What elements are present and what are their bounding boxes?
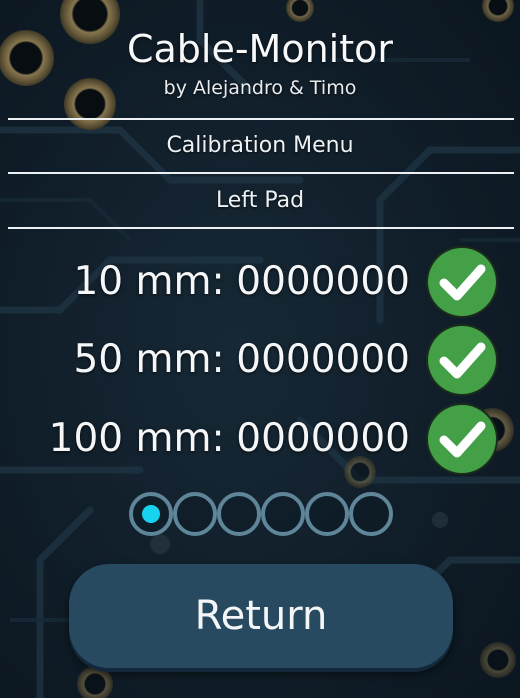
divider <box>8 172 514 174</box>
page-indicator <box>129 492 393 536</box>
check-circle-icon <box>426 324 498 396</box>
page-dot-1[interactable] <box>129 492 173 536</box>
page-dot-3[interactable] <box>217 492 261 536</box>
calibration-reading: 50 mm: 0000000 <box>73 320 410 400</box>
sensor-value: 0000000 <box>236 337 410 382</box>
sensor-value: 0000000 <box>236 259 410 304</box>
calibration-row-50mm: 50 mm: 0000000 <box>0 320 520 400</box>
page-dot-2[interactable] <box>173 492 217 536</box>
check-circle-icon <box>426 403 498 475</box>
app-subtitle: by Alejandro & Timo <box>163 77 357 99</box>
app-title: Cable-Monitor <box>126 27 394 71</box>
distance-label: 50 mm: <box>73 337 225 382</box>
menu-title: Calibration Menu <box>166 133 354 158</box>
page-dot-6[interactable] <box>349 492 393 536</box>
calibration-reading: 10 mm: 0000000 <box>73 242 410 322</box>
sensor-value: 0000000 <box>236 416 410 461</box>
check-circle-icon <box>426 246 498 318</box>
distance-label: 10 mm: <box>73 259 225 304</box>
divider <box>8 118 514 120</box>
page-dot-5[interactable] <box>305 492 349 536</box>
calibration-row-10mm: 10 mm: 0000000 <box>0 242 520 322</box>
page-dot-4[interactable] <box>261 492 305 536</box>
divider <box>8 227 514 229</box>
distance-label: 100 mm: <box>48 416 225 461</box>
calibration-row-100mm: 100 mm: 0000000 <box>0 399 520 479</box>
calibration-screen: Cable-Monitor by Alejandro & Timo Calibr… <box>0 0 520 698</box>
calibration-reading: 100 mm: 0000000 <box>49 399 410 479</box>
pad-label: Left Pad <box>215 188 305 213</box>
return-button[interactable]: Return <box>69 564 453 668</box>
